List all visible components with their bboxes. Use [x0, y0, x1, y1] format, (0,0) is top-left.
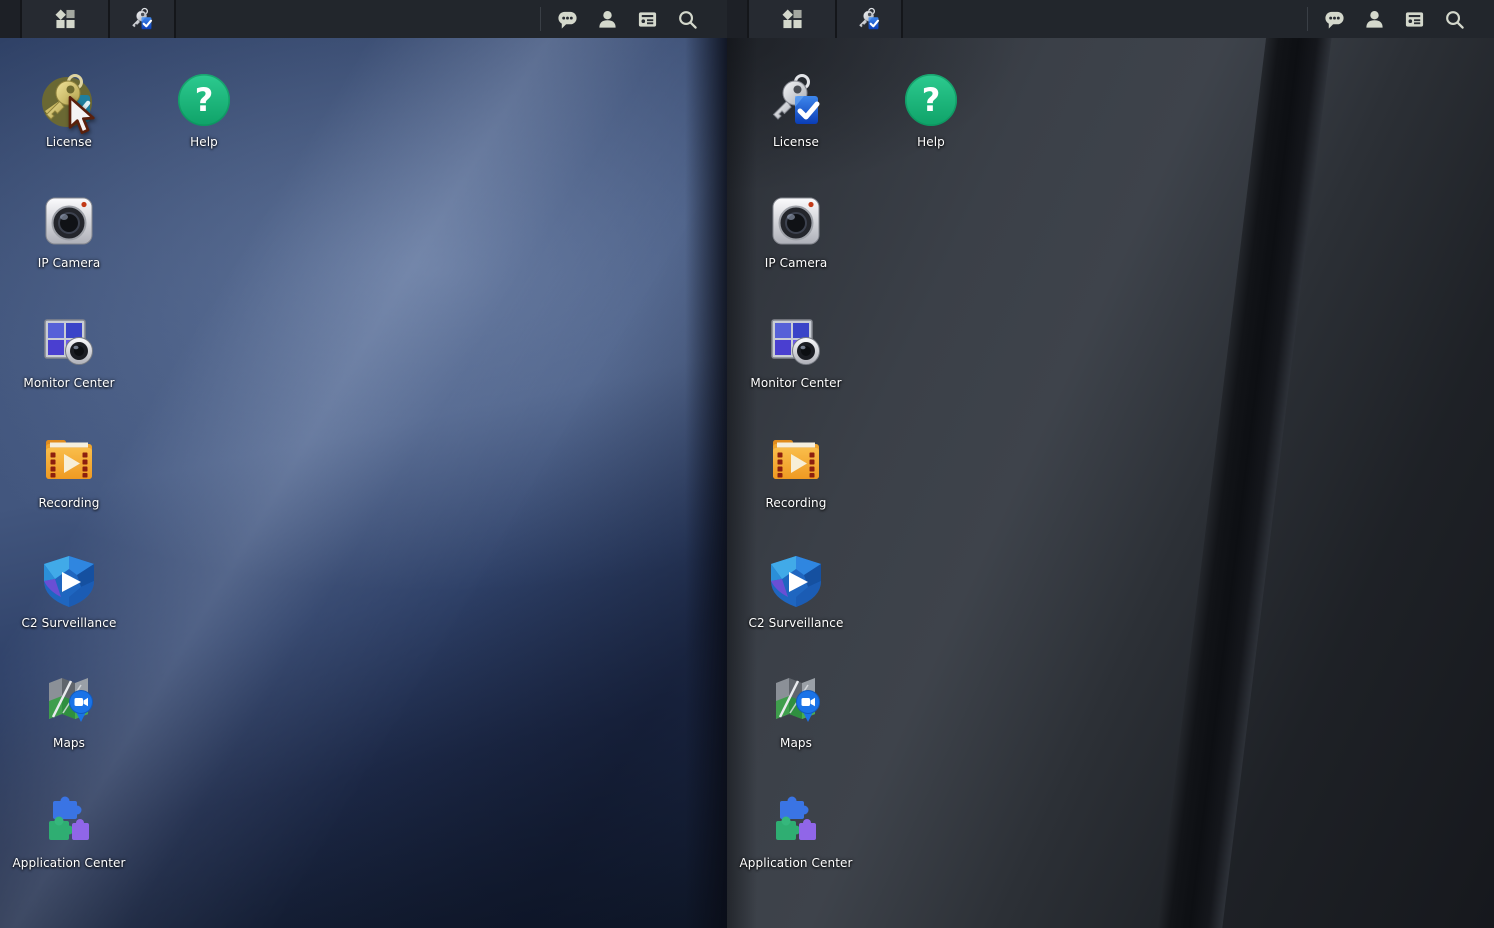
desktop-icon-label: Maps	[729, 736, 863, 750]
desktop-icon-label: License	[2, 135, 136, 149]
desktop-wallpaper-dark: License Help IP Camera Monitor Center Re…	[727, 38, 1494, 928]
taskbar-separator	[540, 7, 541, 31]
desktop-icon-recording[interactable]: Recording	[729, 433, 863, 510]
desktop-icon-license[interactable]: License	[729, 72, 863, 149]
desktop-icon-label: Application Center	[729, 856, 863, 870]
widgets-button[interactable]	[1394, 0, 1434, 38]
desktop-icon-label: Monitor Center	[2, 376, 136, 390]
license-key-check-icon	[768, 72, 824, 128]
search-button[interactable]	[1434, 0, 1474, 38]
widgets-button[interactable]	[627, 0, 667, 38]
monitor-center-icon	[41, 313, 97, 369]
taskbar-license-app-button[interactable]	[110, 0, 176, 38]
desktop-panel-right: License Help IP Camera Monitor Center Re…	[727, 0, 1494, 928]
desktop-icon-application-center[interactable]: Application Center	[2, 793, 136, 870]
main-menu-button[interactable]	[22, 0, 110, 38]
desktop-icon-label: Maps	[2, 736, 136, 750]
c2-shield-icon	[41, 553, 97, 609]
help-question-icon	[176, 72, 232, 128]
system-tray	[1314, 0, 1494, 38]
main-menu-grid-icon	[782, 9, 803, 30]
taskbar	[0, 0, 727, 38]
desktop-panel-left: License Help IP Camera Monitor Center Re…	[0, 0, 727, 928]
wallpaper-diagonal-stripe	[1142, 38, 1334, 928]
taskbar-license-app-button[interactable]	[837, 0, 903, 38]
taskbar-spacer	[176, 0, 540, 38]
desktop-icon-maps[interactable]: Maps	[2, 673, 136, 750]
chat-icon	[557, 9, 578, 30]
desktop-icon-recording[interactable]: Recording	[2, 433, 136, 510]
desktop-icon-label: IP Camera	[729, 256, 863, 270]
desktop-icon-label: Application Center	[2, 856, 136, 870]
desktop-icon-label: License	[729, 135, 863, 149]
desktop-icon-label: IP Camera	[2, 256, 136, 270]
desktop-icon-help[interactable]: Help	[864, 72, 998, 149]
main-menu-button[interactable]	[749, 0, 837, 38]
desktop-icon-label: Monitor Center	[729, 376, 863, 390]
desktop-icon-application-center[interactable]: Application Center	[729, 793, 863, 870]
user-menu-button[interactable]	[1354, 0, 1394, 38]
mouse-cursor-icon	[66, 96, 98, 136]
user-icon	[597, 9, 618, 30]
recording-folder-icon	[41, 433, 97, 489]
maps-pin-icon	[768, 673, 824, 729]
desktop-icon-label: Recording	[2, 496, 136, 510]
desktop-icon-ip-camera[interactable]: IP Camera	[2, 193, 136, 270]
license-key-icon	[130, 7, 154, 31]
search-icon	[1444, 9, 1465, 30]
monitor-center-icon	[768, 313, 824, 369]
widgets-icon	[637, 9, 658, 30]
desktop-icon-monitor-center[interactable]: Monitor Center	[2, 313, 136, 390]
taskbar-edge	[0, 0, 22, 38]
ip-camera-icon	[41, 193, 97, 249]
desktop-icon-monitor-center[interactable]: Monitor Center	[729, 313, 863, 390]
notifications-button[interactable]	[1314, 0, 1354, 38]
puzzle-pieces-icon	[41, 793, 97, 849]
ip-camera-icon	[768, 193, 824, 249]
system-tray	[547, 0, 727, 38]
desktop-icon-label: C2 Surveillance	[2, 616, 136, 630]
help-question-icon	[903, 72, 959, 128]
desktop-wallpaper-blue: License Help IP Camera Monitor Center Re…	[0, 38, 727, 928]
main-menu-grid-icon	[55, 9, 76, 30]
desktop-icon-ip-camera[interactable]: IP Camera	[729, 193, 863, 270]
taskbar	[727, 0, 1494, 38]
desktop-icon-c2-surveillance[interactable]: C2 Surveillance	[729, 553, 863, 630]
desktop-icon-maps[interactable]: Maps	[729, 673, 863, 750]
notifications-button[interactable]	[547, 0, 587, 38]
recording-folder-icon	[768, 433, 824, 489]
chat-icon	[1324, 9, 1345, 30]
desktop-icon-label: Help	[864, 135, 998, 149]
widgets-icon	[1404, 9, 1425, 30]
desktop-icon-label: C2 Surveillance	[729, 616, 863, 630]
puzzle-pieces-icon	[768, 793, 824, 849]
taskbar-separator	[1307, 7, 1308, 31]
user-icon	[1364, 9, 1385, 30]
taskbar-spacer	[903, 0, 1307, 38]
search-button[interactable]	[667, 0, 707, 38]
taskbar-edge	[727, 0, 749, 38]
search-icon	[677, 9, 698, 30]
maps-pin-icon	[41, 673, 97, 729]
c2-shield-icon	[768, 553, 824, 609]
desktop-icon-label: Recording	[729, 496, 863, 510]
license-key-icon	[857, 7, 881, 31]
desktop-icon-label: Help	[137, 135, 271, 149]
user-menu-button[interactable]	[587, 0, 627, 38]
desktop-icon-help[interactable]: Help	[137, 72, 271, 149]
desktop-icon-c2-surveillance[interactable]: C2 Surveillance	[2, 553, 136, 630]
